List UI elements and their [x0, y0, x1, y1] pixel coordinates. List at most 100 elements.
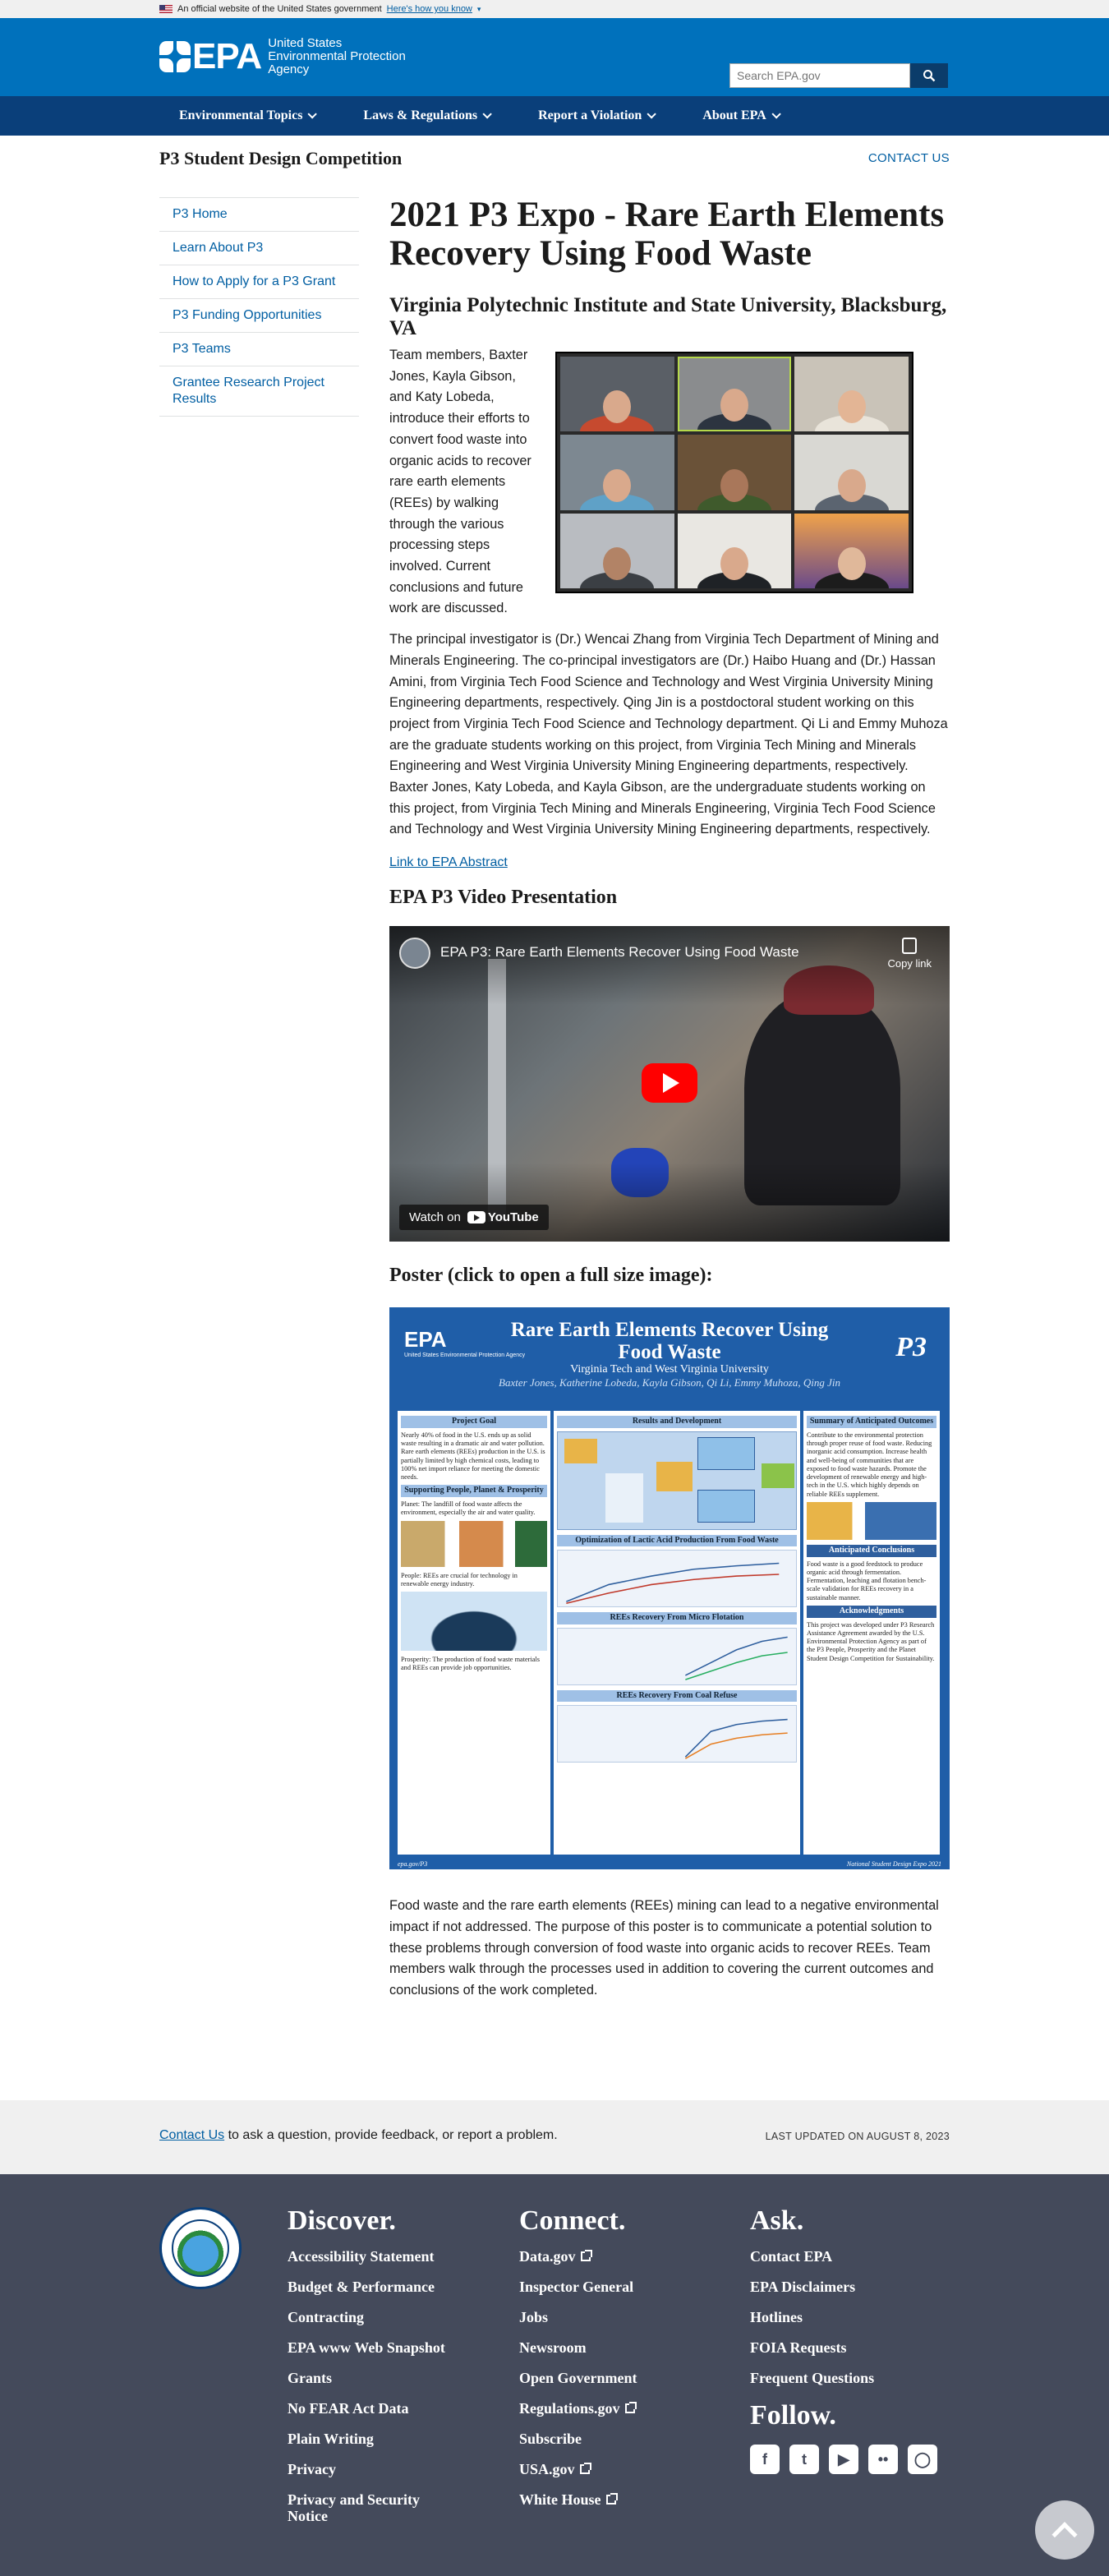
- footer-link-privacy-security[interactable]: Privacy and Security Notice: [288, 2491, 452, 2524]
- poster-footer: epa.gov/P3 National Student Design Expo 2…: [398, 1860, 941, 1869]
- copy-link-button[interactable]: Copy link: [888, 938, 932, 970]
- footer-link-disclaimers[interactable]: EPA Disclaimers: [750, 2279, 964, 2295]
- flickr-icon[interactable]: ••: [868, 2445, 898, 2474]
- footer-link-foia[interactable]: FOIA Requests: [750, 2339, 964, 2356]
- copy-icon: [902, 938, 918, 955]
- play-icon: [663, 1073, 679, 1094]
- youtube-video-player[interactable]: EPA P3: Rare Earth Elements Recover Usin…: [389, 926, 950, 1242]
- poster-heading: Poster (click to open a full size image)…: [389, 1265, 713, 1287]
- instagram-icon[interactable]: ◯: [908, 2445, 937, 2474]
- gov-banner: An official website of the United States…: [0, 0, 1109, 18]
- footer-link-inspector-general[interactable]: Inspector General: [519, 2279, 733, 2295]
- footer-link-jobs[interactable]: Jobs: [519, 2309, 733, 2325]
- poster-summary-text: Food waste and the rare earth elements (…: [389, 1898, 939, 1998]
- footer-link-web-snapshot[interactable]: EPA www Web Snapshot: [288, 2339, 501, 2356]
- video-heading: EPA P3 Video Presentation: [389, 887, 618, 909]
- chevron-down-icon[interactable]: ▾: [477, 5, 481, 14]
- search-input[interactable]: [729, 63, 910, 88]
- footer-discover: Discover. Accessibility Statement Budget…: [288, 2205, 501, 2538]
- contact-bar-text: Contact Us to ask a question, provide fe…: [159, 2128, 558, 2142]
- chevron-down-icon: [647, 109, 657, 119]
- nav-report-violation[interactable]: Report a Violation: [538, 108, 657, 123]
- poster-middle-column: Results and Development Optimization of …: [554, 1411, 800, 1855]
- poster-header: EPA United States Environmental Protectio…: [404, 1319, 927, 1389]
- research-poster-image[interactable]: EPA United States Environmental Protectio…: [389, 1307, 950, 1870]
- footer-link-contact-epa[interactable]: Contact EPA: [750, 2248, 964, 2265]
- contact-us-footer-link[interactable]: Contact Us: [159, 2128, 224, 2142]
- channel-avatar[interactable]: [399, 938, 430, 970]
- footer-link-usa-gov[interactable]: USA.gov: [519, 2461, 733, 2477]
- nav-about-epa[interactable]: About EPA: [702, 108, 781, 123]
- site-header: EPA United States Environmental Protecti…: [0, 18, 1109, 96]
- contact-us-link[interactable]: CONTACT US: [868, 151, 950, 165]
- footer-link-plain-writing[interactable]: Plain Writing: [288, 2431, 501, 2447]
- logo-abbr: EPA: [192, 36, 262, 76]
- nav-environmental-topics[interactable]: Environmental Topics: [179, 108, 318, 123]
- sidebar-item-funding[interactable]: P3 Funding Opportunities: [159, 298, 359, 332]
- search-button[interactable]: [910, 63, 948, 88]
- epa-flower-icon: [159, 41, 191, 72]
- footer-link-privacy[interactable]: Privacy: [288, 2461, 501, 2477]
- main-nav: Environmental Topics Laws & Regulations …: [0, 96, 1109, 136]
- youtube-icon[interactable]: ▶: [829, 2445, 858, 2474]
- agency-name: United States Environmental Protection A…: [268, 36, 406, 76]
- page-title: 2021 P3 Expo - Rare Earth Elements Recov…: [389, 196, 945, 273]
- youtube-logo-icon: YouTube: [467, 1210, 539, 1224]
- footer-link-regulations-gov[interactable]: Regulations.gov: [519, 2400, 733, 2417]
- poster-p3-logo: P3: [895, 1332, 927, 1363]
- external-link-icon: [624, 2402, 637, 2413]
- back-to-top-button[interactable]: [1035, 2500, 1094, 2560]
- footer-link-grants[interactable]: Grants: [288, 2370, 501, 2386]
- chevron-down-icon: [307, 109, 318, 119]
- facebook-icon[interactable]: f: [750, 2445, 780, 2474]
- poster-left-column: Project Goal Nearly 40% of food in the U…: [398, 1411, 550, 1855]
- chevron-up-icon: [1051, 2522, 1078, 2548]
- play-button[interactable]: [642, 1063, 697, 1104]
- sidebar-item-how-to-apply[interactable]: How to Apply for a P3 Grant: [159, 265, 359, 298]
- epa-seal-icon[interactable]: [159, 2207, 242, 2289]
- page-subtitle: Virginia Polytechnic Institute and State…: [389, 294, 947, 339]
- footer-link-white-house[interactable]: White House: [519, 2491, 733, 2508]
- site-footer: Discover. Accessibility Statement Budget…: [0, 2174, 1109, 2576]
- sidebar-item-p3-home[interactable]: P3 Home: [159, 197, 359, 231]
- search-icon: [923, 70, 936, 82]
- footer-link-data-gov[interactable]: Data.gov: [519, 2248, 733, 2265]
- footer-link-no-fear[interactable]: No FEAR Act Data: [288, 2400, 501, 2417]
- site-title[interactable]: P3 Student Design Competition: [159, 148, 402, 169]
- intro-section: Team members, Baxter Jones, Kayla Gibson…: [389, 345, 950, 620]
- team-paragraph: The principal investigator is (Dr.) Wenc…: [389, 632, 948, 837]
- social-links: f t ▶ •• ◯: [750, 2445, 964, 2474]
- team-video-call-photo: [555, 352, 913, 593]
- poster-body: Project Goal Nearly 40% of food in the U…: [398, 1411, 941, 1855]
- twitter-icon[interactable]: t: [789, 2445, 819, 2474]
- poster-epa-logo: EPA United States Environmental Protectio…: [404, 1327, 526, 1359]
- search-form: [729, 63, 948, 88]
- footer-connect: Connect. Data.gov Inspector General Jobs…: [519, 2205, 733, 2522]
- main-content: 2021 P3 Expo - Rare Earth Elements Recov…: [389, 196, 950, 2002]
- epa-abstract-link[interactable]: Link to EPA Abstract: [389, 855, 950, 870]
- external-link-icon: [580, 2250, 592, 2261]
- nav-laws-regulations[interactable]: Laws & Regulations: [363, 108, 492, 123]
- contact-bar: Contact Us to ask a question, provide fe…: [0, 2100, 1109, 2174]
- sidebar-item-teams[interactable]: P3 Teams: [159, 332, 359, 366]
- chevron-down-icon: [771, 109, 781, 119]
- footer-link-accessibility[interactable]: Accessibility Statement: [288, 2248, 501, 2265]
- chevron-down-icon: [482, 109, 492, 119]
- video-title[interactable]: EPA P3: Rare Earth Elements Recover Usin…: [440, 944, 799, 961]
- epa-logo[interactable]: EPA United States Environmental Protecti…: [159, 36, 406, 77]
- footer-link-subscribe[interactable]: Subscribe: [519, 2431, 733, 2447]
- external-link-icon: [605, 2493, 618, 2505]
- footer-link-newsroom[interactable]: Newsroom: [519, 2339, 733, 2356]
- footer-link-contracting[interactable]: Contracting: [288, 2309, 501, 2325]
- footer-link-budget[interactable]: Budget & Performance: [288, 2279, 501, 2295]
- footer-link-faq[interactable]: Frequent Questions: [750, 2370, 964, 2386]
- last-updated: LAST UPDATED ON AUGUST 8, 2023: [765, 2131, 950, 2142]
- title-bar: P3 Student Design Competition CONTACT US: [159, 136, 950, 181]
- gov-banner-text: An official website of the United States…: [177, 4, 382, 14]
- sidebar-item-grantee-results[interactable]: Grantee Research Project Results: [159, 366, 359, 417]
- sidebar-item-learn-about-p3[interactable]: Learn About P3: [159, 231, 359, 265]
- footer-link-open-government[interactable]: Open Government: [519, 2370, 733, 2386]
- watch-on-youtube-button[interactable]: Watch on YouTube: [399, 1205, 549, 1231]
- footer-link-hotlines[interactable]: Hotlines: [750, 2309, 964, 2325]
- heres-how-link[interactable]: Here's how you know: [387, 4, 472, 14]
